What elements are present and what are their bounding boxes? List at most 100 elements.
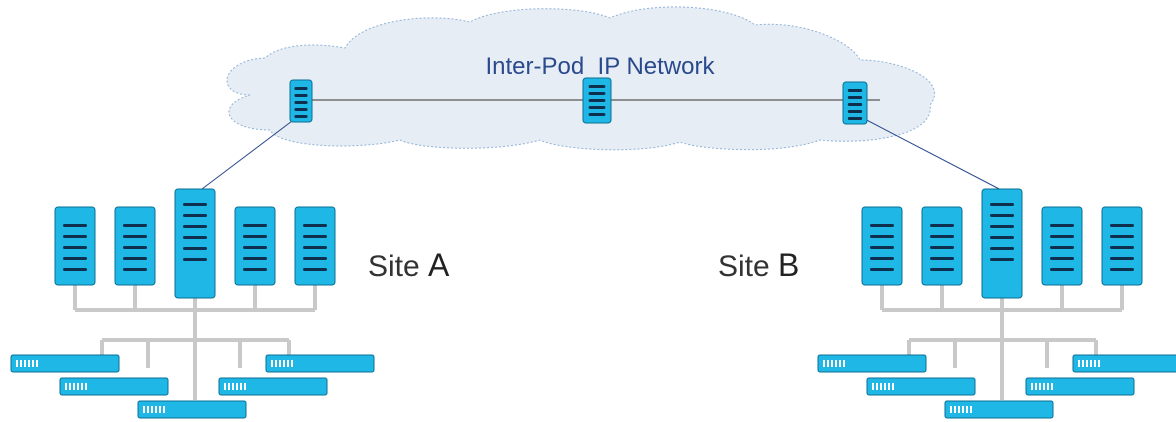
site-b-leaf-switch-icon-3-slot-2 [1050, 246, 1074, 249]
site-a-leaf-switch-icon-2-slot-1 [123, 235, 147, 238]
site-b-rack-server-icon-4-vent-4 [1047, 383, 1049, 390]
site-b-rack-server-icon-5-vent-3 [1090, 360, 1092, 367]
site-b-leaf-switch-icon-2-slot-1 [930, 235, 954, 238]
site-a-rack-server-icon-3-vent-1 [147, 406, 149, 413]
site-a-leaf-switch-icon-2-slot-0 [123, 224, 147, 227]
site-a-leaf-switch-icon-3-slot-0 [243, 224, 267, 227]
site-b-leaf-switch-icon-2-slot-3 [930, 257, 954, 260]
site-a-rack-server-icon-3-vent-0 [143, 406, 145, 413]
site-a-rack-server-icon-3-vent-3 [155, 406, 157, 413]
site-b-rack-server-icon-2-vent-3 [884, 383, 886, 390]
site-a-rack-server-icon-5-vent-0 [271, 360, 273, 367]
ipn-switch-icon-left-slot-2 [294, 101, 308, 104]
site-a-leaf-switch-icon-2 [114, 206, 156, 286]
site-a-rack-server-icon-4-vent-2 [232, 383, 234, 390]
site-b-spine-switch-icon-slot-0 [990, 203, 1014, 206]
site-a-leaf-switch-icon-3 [234, 206, 276, 286]
site-b-rack-server-icon-3-vent-3 [962, 406, 964, 413]
site-b-rack-server-icon-1-vent-0 [823, 360, 825, 367]
site-a-leaf-switch-icon-4-slot-4 [303, 268, 327, 271]
site-b-leaf-switch-icon-3-slot-1 [1050, 235, 1074, 238]
site-b-rack-server-icon-2-vent-2 [880, 383, 882, 390]
ipn-switch-icon-center-slot-1 [588, 92, 606, 95]
ipn-switch-icon-center-slot-3 [588, 106, 606, 109]
site-b-label-prefix: Site [718, 250, 778, 283]
site-a-rack-server-icon-3-vent-2 [151, 406, 153, 413]
site-b-rack-server-icon-1-vent-2 [831, 360, 833, 367]
site-b-leaf-switch-icon-3-slot-0 [1050, 224, 1074, 227]
site-b-rack-server-icon-1-vent-5 [843, 360, 845, 367]
site-a-leaf-switch-icon-1-slot-3 [63, 257, 87, 260]
site-b-leaf-switch-icon-1-slot-1 [870, 235, 894, 238]
site-a-rack-server-icon-4-vent-3 [236, 383, 238, 390]
ipn-switch-icon-left-slot-1 [294, 94, 308, 97]
site-a-rack-server-icon-1-vent-5 [36, 360, 38, 367]
site-b-spine-switch-icon-slot-1 [990, 214, 1014, 217]
site-b-leaf-switch-icon-4-slot-2 [1110, 246, 1134, 249]
site-a-rack-server-icon-4 [218, 377, 328, 396]
site-a-leaf-switch-icon-3-slot-2 [243, 246, 267, 249]
site-b-rack-server-icon-5-vent-1 [1082, 360, 1084, 367]
site-b-leaf-switch-icon-3-slot-3 [1050, 257, 1074, 260]
site-a-spine-switch-icon-slot-5 [183, 258, 207, 261]
site-b-rack-server-icon-5-vent-0 [1078, 360, 1080, 367]
site-b-rack-server-icon-1-vent-3 [835, 360, 837, 367]
site-a-leaf-switch-icon-1-slot-2 [63, 246, 87, 249]
site-b-leaf-switch-icon-4-slot-4 [1110, 268, 1134, 271]
site-a-rack-server-icon-2-vent-5 [85, 383, 87, 390]
site-b-rack-server-icon-3-vent-0 [950, 406, 952, 413]
site-b-leaf-switch-icon-2-slot-0 [930, 224, 954, 227]
site-b-rack-server-icon-3-vent-5 [970, 406, 972, 413]
ipn-switch-icon-center-slot-4 [588, 113, 606, 116]
site-b-uplink-line [856, 114, 1006, 193]
site-b-rack-server-icon-5 [1072, 354, 1176, 373]
site-a-leaf-switch-icon-3-slot-4 [243, 268, 267, 271]
site-a-rack-server-icon-3-vent-5 [163, 406, 165, 413]
site-a-rack-server-icon-1-vent-2 [24, 360, 26, 367]
site-b-rack-server-icon-2-vent-1 [876, 383, 878, 390]
ipn-switch-icon-left-slot-4 [294, 115, 308, 118]
site-b-rack-server-icon-5-vent-5 [1098, 360, 1100, 367]
site-b-spine-switch-icon [981, 188, 1023, 299]
site-a-rack-server-icon-4-body [218, 377, 328, 396]
network-cloud-label: Inter-Pod IP Network [486, 53, 716, 80]
site-a-leaf-switch-icon-1-slot-1 [63, 235, 87, 238]
site-a-rack-server-icon-1-vent-4 [32, 360, 34, 367]
site-a-rack-server-icon-2-vent-2 [73, 383, 75, 390]
site-a-rack-server-icon-2-body [59, 377, 169, 396]
site-a-leaf-switch-icon-4-slot-1 [303, 235, 327, 238]
site-b-leaf-switch-icon-4-slot-1 [1110, 235, 1134, 238]
site-b-leaf-switch-icon-2-slot-2 [930, 246, 954, 249]
site-a-rack-server-icon-4-vent-5 [244, 383, 246, 390]
site-b-rack-server-icon-1-vent-1 [827, 360, 829, 367]
site-b-spine-switch-icon-slot-2 [990, 225, 1014, 228]
site-b-rack-server-icon-4 [1025, 377, 1135, 396]
ipn-switch-icon-left [289, 79, 313, 123]
site-a-leaf-switch-icon-2-slot-3 [123, 257, 147, 260]
site-a-rack-server-icon-5-body [265, 354, 375, 373]
site-a-spine-switch-icon-slot-1 [183, 214, 207, 217]
multipod-diagram: Inter-Pod IP Network Site A Site B [10, 6, 1176, 419]
site-a-rack-server-icon-4-vent-1 [228, 383, 230, 390]
site-b-rack-server-icon-4-vent-2 [1039, 383, 1041, 390]
site-b-rack-server-icon-2-body [866, 377, 976, 396]
site-a-rack-server-icon-5 [265, 354, 375, 373]
site-b-rack-server-icon-3-vent-4 [966, 406, 968, 413]
site-a-spine-switch-icon-slot-0 [183, 203, 207, 206]
site-a-label-prefix: Site [368, 250, 428, 283]
site-a-leaf-switch-icon-2-slot-4 [123, 268, 147, 271]
site-b-rack-server-icon-2-vent-5 [892, 383, 894, 390]
site-a-spine-switch-icon [174, 188, 216, 299]
site-b-rack-server-icon-5-vent-2 [1086, 360, 1088, 367]
site-a-rack-server-icon-2-vent-0 [65, 383, 67, 390]
ipn-switch-icon-right-slot-0 [847, 89, 863, 92]
site-a-spine-switch-icon-slot-2 [183, 225, 207, 228]
site-a-leaf-switch-icon-1-slot-0 [63, 224, 87, 227]
site-b-rack-server-icon-3-vent-1 [954, 406, 956, 413]
site-b-rack-server-icon-4-body [1025, 377, 1135, 396]
site-a-rack-server-icon-5-vent-5 [291, 360, 293, 367]
site-a-label-letter: A [428, 247, 450, 283]
site-a-leaf-switch-icon-3-slot-3 [243, 257, 267, 260]
site-a-leaf-switch-icon-4-slot-3 [303, 257, 327, 260]
site-a-rack-server-icon-1-vent-3 [28, 360, 30, 367]
